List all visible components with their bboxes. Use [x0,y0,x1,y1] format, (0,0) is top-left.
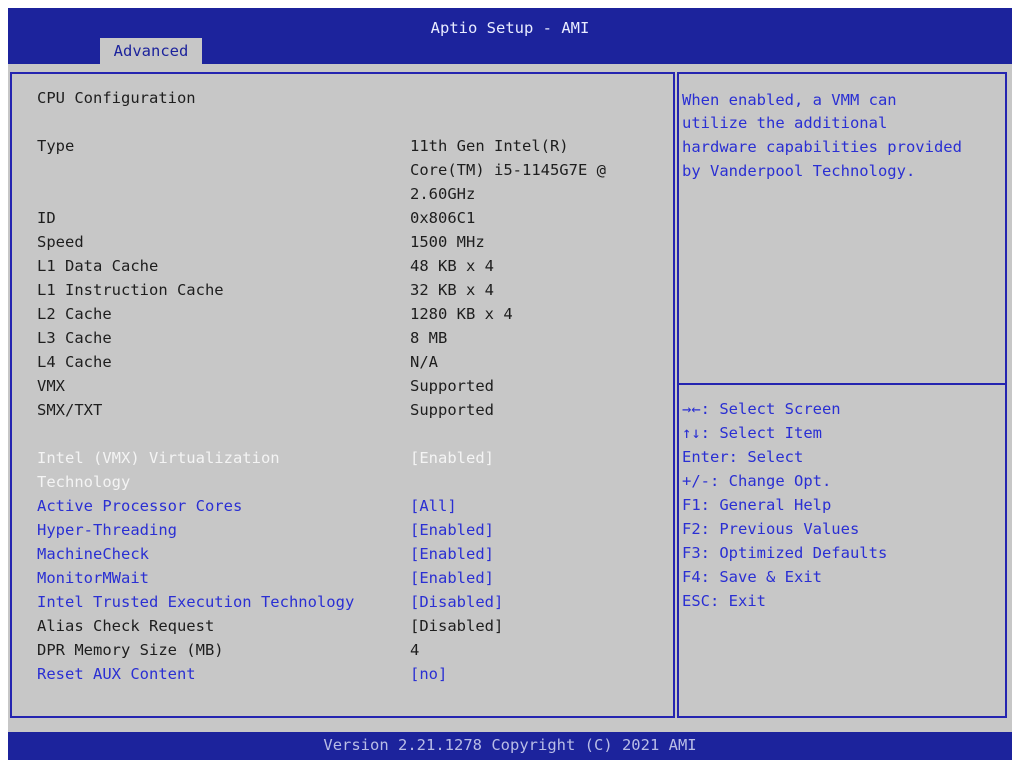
key-hint-optimized-defaults: F3: Optimized Defaults [682,544,888,562]
info-value-l1-instruction-cache: 32 KB x 4 [410,281,494,299]
help-line-2: utilize the additional [682,114,888,132]
info-value-type-line1: 11th Gen Intel(R) [410,137,569,155]
info-value-type-line2: Core(TM) i5-1145G7E @ [410,161,606,179]
info-value-l2-cache: 1280 KB x 4 [410,305,513,323]
version-text: Version 2.21.1278 Copyright (C) 2021 AMI [323,736,697,754]
key-hint-save-exit: F4: Save & Exit [682,568,822,586]
key-hint-select-item: ↑↓: Select Item [682,424,822,442]
title-bar: Aptio Setup - AMI Advanced [8,8,1012,64]
setting-machinecheck-label[interactable]: MachineCheck [37,542,149,566]
key-hint-general-help: F1: General Help [682,496,832,514]
info-value-vmx: Supported [410,377,494,395]
info-label-smx-txt: SMX/TXT [37,401,103,419]
setting-trusted-execution-value[interactable]: [Disabled] [410,590,503,614]
info-label-l1-instruction-cache: L1 Instruction Cache [37,281,224,299]
setting-active-processor-cores-label[interactable]: Active Processor Cores [37,494,242,518]
info-label-id: ID [37,209,56,227]
info-value-id: 0x806C1 [410,209,476,227]
setting-active-processor-cores-value[interactable]: [All] [410,494,457,518]
help-line-1: When enabled, a VMM can [682,91,897,109]
setting-vmx-virtualization-label[interactable]: Intel (VMX) Virtualization [37,446,280,470]
info-value-l3-cache: 8 MB [410,329,448,347]
setting-hyper-threading-value[interactable]: [Enabled] [410,518,494,542]
key-hint-select-screen: →←: Select Screen [682,400,841,418]
setting-monitormwait-label[interactable]: MonitorMWait [37,566,149,590]
setting-alias-check-request-value: [Disabled] [410,617,504,635]
info-label-l2-cache: L2 Cache [37,305,112,323]
info-value-speed: 1500 MHz [410,233,485,251]
info-value-l4-cache: N/A [410,353,438,371]
help-panel-divider [677,383,1005,385]
setting-trusted-execution-label[interactable]: Intel Trusted Execution Technology [37,590,354,614]
info-value-smx-txt: Supported [410,401,494,419]
info-label-l4-cache: L4 Cache [37,353,112,371]
key-hint-enter-select: Enter: Select [682,448,804,466]
info-value-l1-data-cache: 48 KB x 4 [410,257,494,275]
setting-monitormwait-value[interactable]: [Enabled] [410,566,494,590]
info-label-l1-data-cache: L1 Data Cache [37,257,159,275]
help-line-4: by Vanderpool Technology. [682,162,916,180]
info-label-type: Type [37,137,75,155]
setting-hyper-threading-label[interactable]: Hyper-Threading [37,518,177,542]
help-line-3: hardware capabilities provided [682,138,962,156]
key-hint-esc-exit: ESC: Exit [682,592,766,610]
setting-alias-check-request-label: Alias Check Request [37,617,215,635]
setting-vmx-virtualization-label-line2[interactable]: Technology [37,470,130,494]
tab-advanced[interactable]: Advanced [100,38,202,64]
info-label-speed: Speed [37,233,84,251]
setting-machinecheck-value[interactable]: [Enabled] [410,542,494,566]
key-hint-change-opt: +/-: Change Opt. [682,472,832,490]
setup-title: Aptio Setup - AMI [430,19,590,37]
footer-bar: Version 2.21.1278 Copyright (C) 2021 AMI [8,732,1012,760]
section-title: CPU Configuration [37,89,196,107]
setting-reset-aux-content-label[interactable]: Reset AUX Content [37,662,196,686]
info-label-vmx: VMX [37,377,65,395]
key-hint-previous-values: F2: Previous Values [682,520,860,538]
setting-reset-aux-content-value[interactable]: [no] [410,662,447,686]
setting-dpr-memory-size-label: DPR Memory Size (MB) [37,641,224,659]
info-label-l3-cache: L3 Cache [37,329,112,347]
setting-vmx-virtualization-value[interactable]: [Enabled] [410,446,494,470]
info-value-type-line3: 2.60GHz [410,185,476,203]
setting-dpr-memory-size-value: 4 [410,641,420,659]
